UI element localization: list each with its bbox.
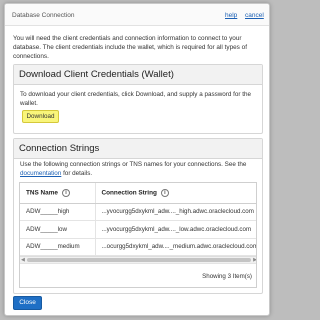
dialog-titlebar: Database Connection help cancel [5, 4, 269, 26]
wallet-heading: Download Client Credentials (Wallet) [14, 65, 262, 85]
description-text-after: for details. [63, 169, 93, 177]
wallet-description: To download your client credentials, cli… [20, 91, 252, 107]
item-count: Showing 3 Item(s) [202, 273, 252, 280]
intro-text: You will need the client credentials and… [13, 35, 247, 60]
column-header-label: Connection String [101, 189, 157, 197]
table-header-row: TNS Name i Connection String i [20, 183, 256, 204]
scrollbar-thumb[interactable] [27, 258, 251, 262]
info-icon[interactable]: i [160, 188, 169, 197]
table-row[interactable]: ADW_____medium ...ocurgg5dxykml_adw...._… [20, 238, 256, 256]
table-footer: Showing 3 Item(s) [20, 263, 256, 287]
table-row[interactable]: ADW_____high ...yvocurgg5dxykml_adw...._… [20, 203, 256, 221]
connection-strings-table: TNS Name i Connection String i ADW_____hig… [19, 182, 257, 288]
download-button[interactable]: Download [22, 110, 59, 123]
connection-strings-panel: Connection Strings Use the following con… [13, 138, 263, 294]
connection-string-cell: ...yvocurgg5dxykml_adw...._high.adwc.ora… [95, 203, 256, 221]
description-text-before: Use the following connection strings or … [20, 161, 247, 168]
connection-string-cell: ...ocurgg5dxykml_adw...._medium.adwc.ora… [95, 238, 256, 256]
info-icon[interactable]: i [61, 188, 70, 197]
connection-strings-description: Use the following connection strings or … [20, 161, 260, 178]
tns-name-cell: ADW_____high [20, 203, 96, 221]
horizontal-scrollbar[interactable]: ◀ ▶ [20, 256, 256, 263]
documentation-link[interactable]: documentation [20, 170, 61, 177]
tns-name-cell: ADW_____low [20, 220, 96, 239]
close-button[interactable]: Close [13, 296, 42, 310]
connection-string-cell: ...yvocurgg5dxykml_adw...._low.adwc.orac… [95, 220, 256, 239]
column-header-tns-name[interactable]: TNS Name i [20, 183, 96, 204]
help-link[interactable]: help [225, 12, 237, 19]
database-connection-dialog: Database Connection help cancel You will… [4, 3, 270, 316]
column-header-label: TNS Name [26, 189, 58, 197]
column-header-connection-string[interactable]: Connection String i [95, 183, 256, 204]
dialog-title: Database Connection [12, 12, 75, 19]
wallet-panel: Download Client Credentials (Wallet) To … [13, 64, 263, 134]
tns-name-cell: ADW_____medium [20, 238, 96, 256]
table-row[interactable]: ADW_____low ...yvocurgg5dxykml_adw...._l… [20, 220, 256, 239]
connection-strings-heading: Connection Strings [14, 139, 262, 159]
cancel-link[interactable]: cancel [245, 12, 264, 19]
